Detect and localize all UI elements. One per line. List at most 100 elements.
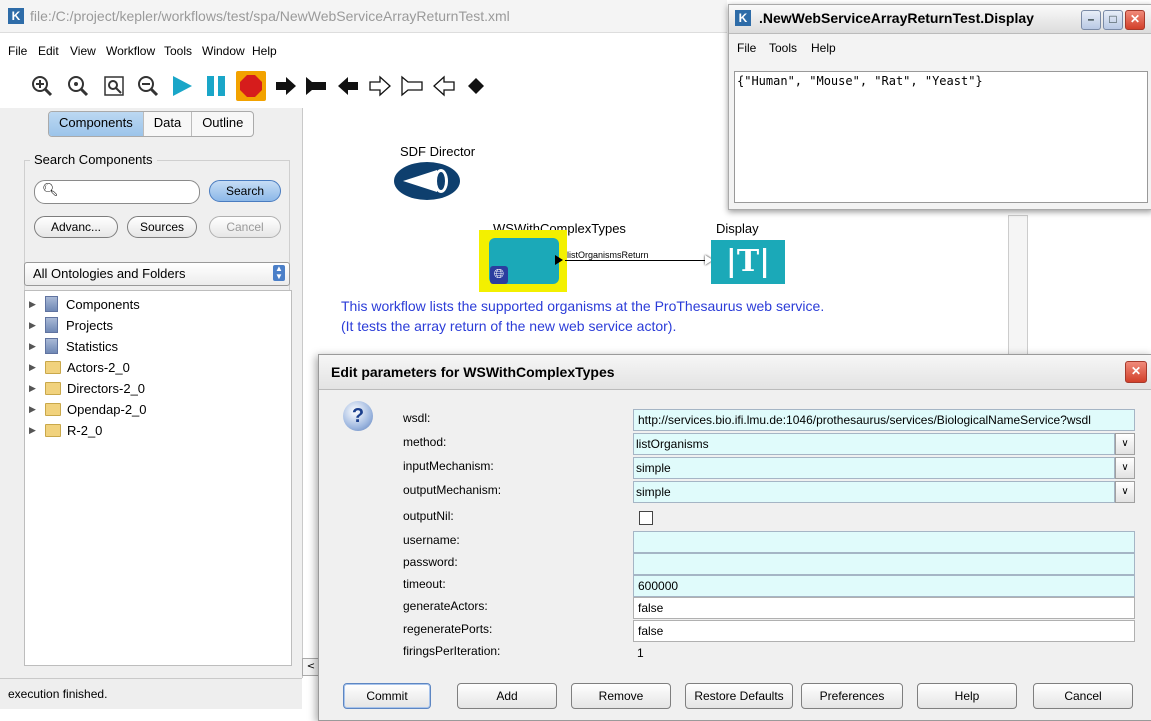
arrow-flag-icon[interactable] bbox=[302, 72, 330, 100]
remove-button[interactable]: Remove bbox=[571, 683, 671, 709]
regenerate-ports-value: false bbox=[638, 624, 664, 638]
expand-icon[interactable]: ▶ bbox=[29, 383, 41, 394]
zoom-in-icon[interactable] bbox=[28, 72, 56, 100]
search-icon: 🔍︎ bbox=[42, 183, 59, 198]
output-port-icon[interactable] bbox=[555, 255, 563, 265]
output-mechanism-select[interactable]: simple bbox=[633, 481, 1115, 503]
director-shape bbox=[394, 162, 460, 200]
output-nil-label: outputNil: bbox=[403, 509, 454, 523]
menu-edit[interactable]: Edit bbox=[38, 44, 59, 58]
username-field[interactable] bbox=[633, 531, 1135, 553]
display-menu-file[interactable]: File bbox=[737, 41, 756, 55]
toolbar bbox=[0, 66, 727, 108]
tree-item-components[interactable]: ▶ Components bbox=[29, 294, 140, 314]
menu-help[interactable]: Help bbox=[252, 44, 277, 58]
arrow-left-icon[interactable] bbox=[334, 72, 362, 100]
tree-item-projects[interactable]: ▶ Projects bbox=[29, 315, 113, 335]
tab-data[interactable]: Data bbox=[144, 112, 193, 136]
tree-item-label: Components bbox=[66, 296, 140, 312]
display-menu-tools[interactable]: Tools bbox=[769, 41, 797, 55]
zoom-fit-icon[interactable] bbox=[100, 72, 128, 100]
menu-workflow[interactable]: Workflow bbox=[106, 44, 155, 58]
canvas-vertical-scrollbar[interactable] bbox=[1008, 215, 1028, 367]
minimize-icon[interactable]: – bbox=[1081, 10, 1101, 30]
timeout-field[interactable]: 600000 bbox=[633, 575, 1135, 597]
outline-arrow-flag-icon[interactable] bbox=[398, 72, 426, 100]
kepler-app-icon: K bbox=[8, 8, 24, 24]
cancel-search-button[interactable]: Cancel bbox=[209, 216, 281, 238]
username-label: username: bbox=[403, 533, 460, 547]
stop-icon[interactable] bbox=[236, 71, 266, 101]
pause-icon[interactable] bbox=[202, 72, 230, 100]
display-window-title: .NewWebServiceArrayReturnTest.Display bbox=[759, 10, 1034, 26]
tree-item-statistics[interactable]: ▶ Statistics bbox=[29, 336, 118, 356]
regenerate-ports-field[interactable]: false bbox=[633, 620, 1135, 642]
connection-link[interactable] bbox=[565, 260, 707, 261]
menu-tools[interactable]: Tools bbox=[164, 44, 192, 58]
preferences-button[interactable]: Preferences bbox=[801, 683, 903, 709]
display-output-text: {"Human", "Mouse", "Rat", "Yeast"} bbox=[737, 74, 983, 88]
commit-button[interactable]: Commit bbox=[343, 683, 431, 709]
diamond-icon[interactable] bbox=[462, 72, 490, 100]
tab-outline[interactable]: Outline bbox=[192, 112, 253, 136]
menu-window[interactable]: Window bbox=[202, 44, 245, 58]
display-actor-icon[interactable]: |T| bbox=[711, 240, 785, 284]
zoom-reset-icon[interactable] bbox=[64, 72, 92, 100]
close-icon[interactable]: ✕ bbox=[1125, 10, 1145, 30]
display-window-titlebar[interactable]: K .NewWebServiceArrayReturnTest.Display … bbox=[729, 5, 1151, 34]
input-mechanism-select[interactable]: simple bbox=[633, 457, 1115, 479]
menu-view[interactable]: View bbox=[70, 44, 96, 58]
output-nil-checkbox[interactable] bbox=[639, 511, 653, 525]
generate-actors-field[interactable]: false bbox=[633, 597, 1135, 619]
menu-file[interactable]: File bbox=[8, 44, 27, 58]
display-label: Display bbox=[716, 221, 759, 236]
display-menu-help[interactable]: Help bbox=[811, 41, 836, 55]
help-button[interactable]: Help bbox=[917, 683, 1017, 709]
dialog-close-icon[interactable]: ✕ bbox=[1125, 361, 1147, 383]
restore-defaults-button[interactable]: Restore Defaults bbox=[685, 683, 793, 709]
display-output-area[interactable]: {"Human", "Mouse", "Rat", "Yeast"} bbox=[734, 71, 1148, 203]
expand-icon[interactable]: ▶ bbox=[29, 299, 41, 310]
tree-item-r[interactable]: ▶ R-2_0 bbox=[29, 420, 102, 440]
port-label: listOrganismsReturn bbox=[567, 250, 649, 260]
text-display-icon: |T| bbox=[725, 244, 771, 279]
method-select[interactable]: listOrganisms bbox=[633, 433, 1115, 455]
chevron-down-icon[interactable]: ∨ bbox=[1115, 481, 1135, 503]
chevron-down-icon[interactable]: ∨ bbox=[1115, 433, 1135, 455]
timeout-value: 600000 bbox=[638, 579, 679, 593]
sdf-director-icon[interactable] bbox=[393, 160, 463, 205]
main-window-title: file:/C:/project/kepler/workflows/test/s… bbox=[30, 8, 510, 24]
tree-item-opendap[interactable]: ▶ Opendap-2_0 bbox=[29, 399, 147, 419]
expand-icon[interactable]: ▶ bbox=[29, 425, 41, 436]
folder-icon bbox=[45, 402, 61, 416]
password-field[interactable] bbox=[633, 553, 1135, 575]
expand-icon[interactable]: ▶ bbox=[29, 320, 41, 331]
sources-button[interactable]: Sources bbox=[127, 216, 197, 238]
expand-icon[interactable]: ▶ bbox=[29, 404, 41, 415]
main-window-titlebar: K file:/C:/project/kepler/workflows/test… bbox=[0, 0, 727, 33]
tree-item-actors[interactable]: ▶ Actors-2_0 bbox=[29, 357, 130, 377]
expand-icon[interactable]: ▶ bbox=[29, 362, 41, 373]
outline-arrow-left-icon[interactable] bbox=[430, 72, 458, 100]
tree-item-directors[interactable]: ▶ Directors-2_0 bbox=[29, 378, 145, 398]
run-icon[interactable] bbox=[168, 72, 196, 100]
edit-dialog-titlebar[interactable]: Edit parameters for WSWithComplexTypes ✕ bbox=[319, 355, 1151, 390]
add-button[interactable]: Add bbox=[457, 683, 557, 709]
search-input[interactable]: 🔍︎ bbox=[34, 180, 200, 204]
zoom-out-icon[interactable] bbox=[134, 72, 162, 100]
select-stepper-icon: ▲ ▼ bbox=[273, 265, 285, 281]
search-button[interactable]: Search bbox=[209, 180, 281, 202]
ontology-select[interactable]: All Ontologies and Folders ▲ ▼ bbox=[24, 262, 290, 286]
maximize-icon[interactable]: □ bbox=[1103, 10, 1123, 30]
outline-arrow-right-icon[interactable] bbox=[366, 72, 394, 100]
ws-actor[interactable]: 🌐︎ bbox=[479, 230, 567, 292]
advanced-search-button[interactable]: Advanc... bbox=[34, 216, 118, 238]
tree-item-label: Projects bbox=[66, 317, 113, 333]
wsdl-field[interactable]: http://services.bio.ifi.lmu.de:1046/prot… bbox=[633, 409, 1135, 431]
cancel-button[interactable]: Cancel bbox=[1033, 683, 1133, 709]
expand-icon[interactable]: ▶ bbox=[29, 341, 41, 352]
chevron-down-icon[interactable]: ∨ bbox=[1115, 457, 1135, 479]
tab-components[interactable]: Components bbox=[49, 112, 144, 136]
arrow-right-icon[interactable] bbox=[272, 72, 300, 100]
wsdl-label: wsdl: bbox=[403, 411, 431, 425]
